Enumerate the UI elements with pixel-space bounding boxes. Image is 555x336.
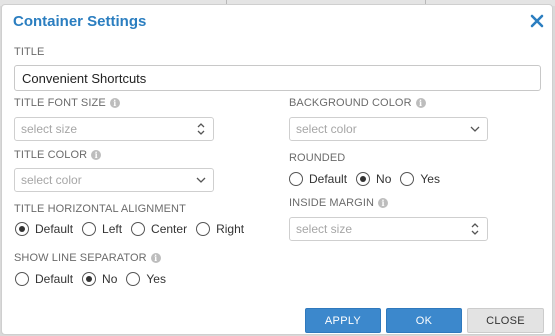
radio-label: No [102,272,118,286]
radio-label: Default [35,222,74,236]
title-label: TITLE [14,46,44,58]
radio-label: Left [102,222,123,236]
rounded-label-text: ROUNDED [289,152,346,164]
radio-selected-icon[interactable] [356,172,371,186]
title-color-placeholder: select color [21,173,82,187]
title-font-size-label-text: TITLE FONT SIZE [14,97,106,109]
title-color-select[interactable]: select color [14,168,214,192]
inside-margin-select[interactable]: select size [289,217,488,241]
rounded-label: ROUNDED [289,152,345,164]
rounded-option-no[interactable]: No [356,172,391,186]
inside-margin-label-text: INSIDE MARGIN [289,197,375,209]
radio-label: Default [309,172,348,186]
background-color-select[interactable]: select color [289,117,488,141]
radio-icon[interactable] [400,172,415,186]
rounded-option-yes[interactable]: Yes [400,172,440,186]
alignment-option-center[interactable]: Center [131,222,187,236]
radio-label: Yes [420,172,440,186]
updown-chevron-icon [471,223,479,235]
title-color-label-text: TITLE COLOR [14,149,88,161]
radio-icon[interactable] [15,272,29,286]
info-icon[interactable]: i [109,98,120,108]
radio-label: Yes [146,272,166,286]
title-font-size-placeholder: select size [21,122,78,136]
title-alignment-radio-group: Default Left Center Right [15,222,253,236]
title-font-size-select[interactable]: select size [14,117,214,141]
info-icon[interactable]: i [415,98,426,108]
ok-button[interactable]: OK [386,308,462,333]
radio-icon[interactable] [82,222,97,236]
line-separator-label-text: SHOW LINE SEPARATOR [14,252,147,264]
separator-option-yes[interactable]: Yes [126,272,166,286]
title-font-size-label: TITLE FONT SIZE i [14,97,120,109]
radio-icon[interactable] [289,172,303,186]
radio-label: No [376,172,392,186]
separator-option-default[interactable]: Default [15,272,73,286]
chevron-down-icon [470,126,480,132]
radio-icon[interactable] [126,272,141,286]
title-label-text: TITLE [14,46,45,58]
container-settings-dialog: Container Settings TITLE TITLE FONT SIZE… [1,4,553,335]
title-color-label: TITLE COLOR i [14,149,102,161]
alignment-option-left[interactable]: Left [82,222,122,236]
separator-option-no[interactable]: No [82,272,117,286]
info-icon[interactable]: i [378,198,389,208]
title-alignment-label: TITLE HORIZONTAL ALIGNMENT [14,203,186,215]
close-button[interactable]: CLOSE [467,308,544,333]
inside-margin-placeholder: select size [296,222,353,236]
background-color-label: BACKGROUND COLOR i [289,97,426,109]
line-separator-label: SHOW LINE SEPARATOR i [14,252,161,264]
info-icon[interactable]: i [91,150,102,160]
alignment-option-default[interactable]: Default [15,222,73,236]
inside-margin-label: INSIDE MARGIN i [289,197,389,209]
radio-icon[interactable] [131,222,146,236]
alignment-option-right[interactable]: Right [196,222,244,236]
rounded-radio-group: Default No Yes [289,172,449,186]
radio-label: Center [151,222,188,236]
radio-label: Right [216,222,245,236]
background-color-label-text: BACKGROUND COLOR [289,97,412,109]
close-icon[interactable] [529,13,545,29]
info-icon[interactable]: i [150,253,161,263]
line-separator-radio-group: Default No Yes [15,272,175,286]
radio-icon[interactable] [196,222,211,236]
updown-chevron-icon [197,123,205,135]
radio-selected-icon[interactable] [82,272,97,286]
title-input[interactable] [14,65,541,91]
rounded-option-default[interactable]: Default [289,172,347,186]
background-color-placeholder: select color [296,122,357,136]
title-alignment-label-text: TITLE HORIZONTAL ALIGNMENT [14,203,186,215]
chevron-down-icon [196,177,206,183]
dialog-title: Container Settings [13,13,147,30]
radio-label: Default [35,272,74,286]
radio-selected-icon[interactable] [15,222,29,236]
apply-button[interactable]: APPLY [305,308,381,333]
